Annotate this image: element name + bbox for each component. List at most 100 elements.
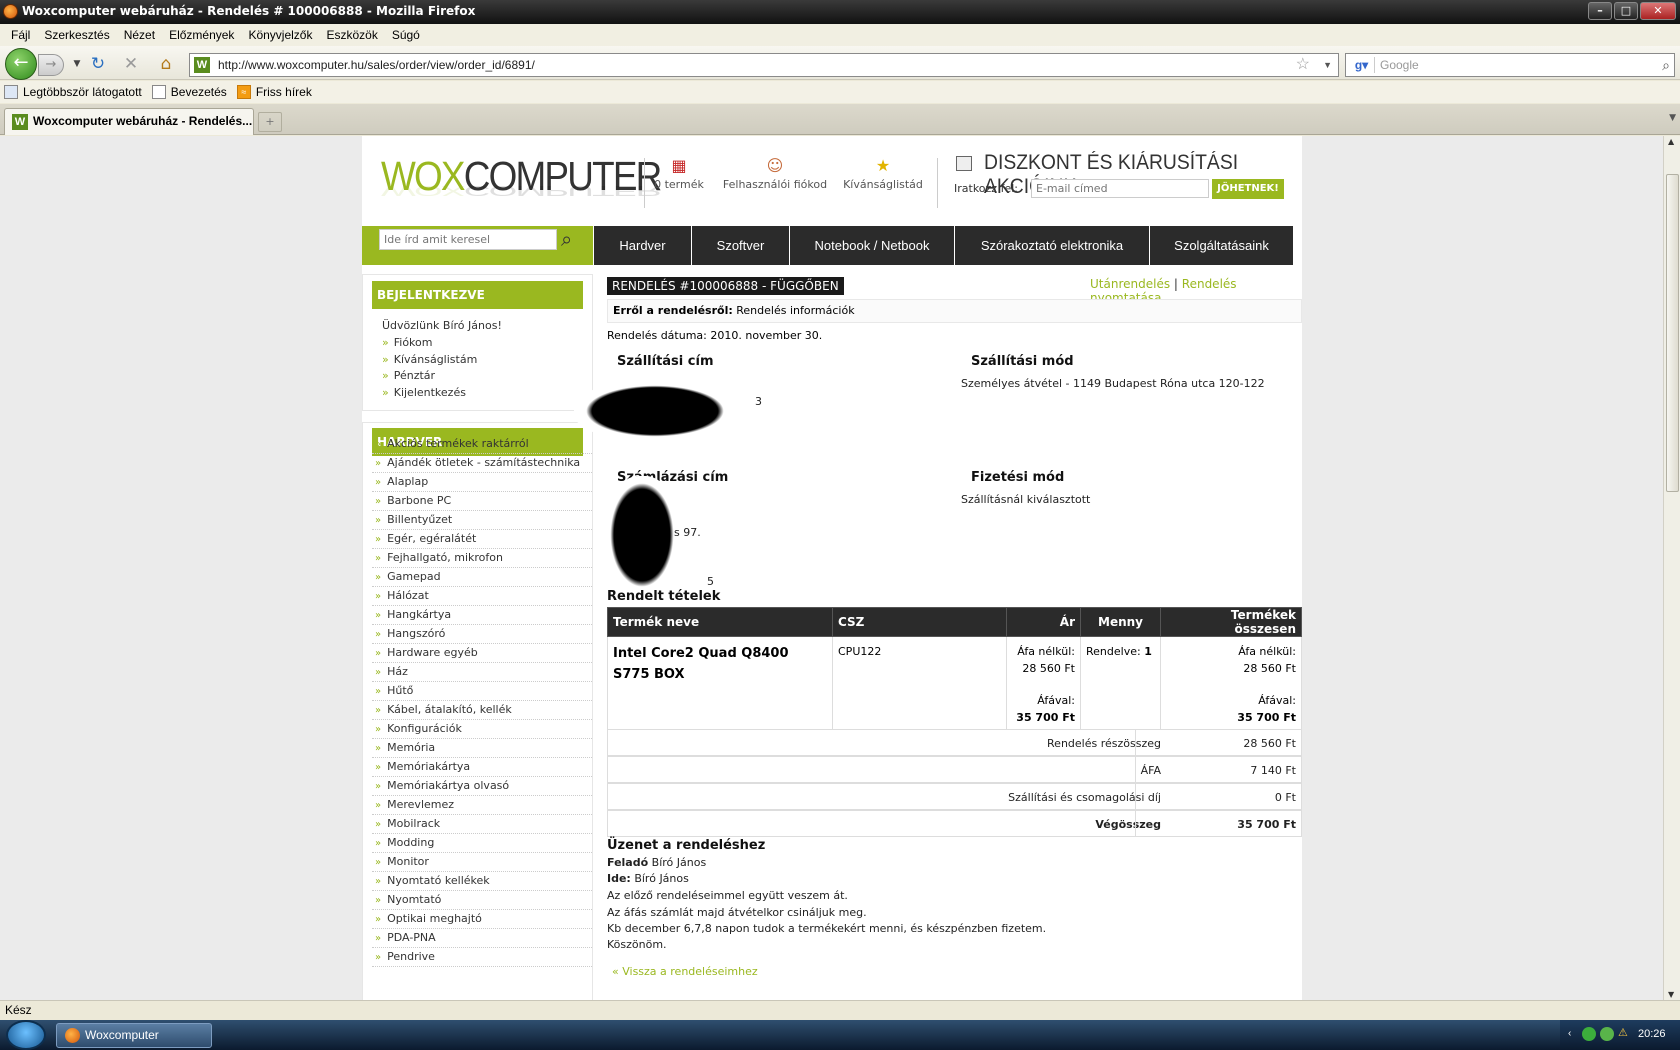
menu-history[interactable]: Előzmények (162, 28, 241, 42)
tab-current[interactable]: W Woxcomputer webáruház - Rendelés... (4, 108, 254, 135)
chevron-right-icon: » (375, 648, 382, 659)
search-icon[interactable]: ⌕ (1662, 54, 1670, 76)
order-info-tab[interactable]: Rendelés információk (736, 304, 854, 317)
header-account[interactable]: ☺ Felhasználói fiókod (720, 156, 830, 191)
category-item[interactable]: » Alaplap (372, 473, 592, 492)
ordered-items-title: Rendelt tételek (607, 589, 721, 604)
url-bar[interactable]: W http://www.woxcomputer.hu/sales/order/… (189, 53, 1339, 77)
menu-file[interactable]: Fájl (4, 28, 37, 42)
firefox-icon (3, 4, 18, 19)
totals-label: Szállítási és csomagolási díj (1008, 791, 1161, 804)
nav-entertainment[interactable]: Szórakoztató elektronika (955, 226, 1149, 265)
header-wishlist[interactable]: ★ Kívánságlistád (842, 156, 924, 191)
forward-button[interactable]: → (38, 54, 64, 76)
nav-software[interactable]: Szoftver (692, 226, 789, 265)
tab-list-dropdown-icon[interactable]: ▼ (1669, 113, 1676, 123)
navigation-toolbar: ← → ▼ ↻ ✕ ⌂ W http://www.woxcomputer.hu/… (0, 46, 1680, 80)
product-qty: Rendelve: 1 (1080, 636, 1161, 731)
category-item[interactable]: » Memória (372, 739, 592, 758)
grand-total-row: Végösszeg 35 700 Ft (607, 810, 1302, 837)
bookmark-most-visited[interactable]: Legtöbbször látogatott (4, 85, 142, 99)
newsletter-email-field[interactable] (1031, 179, 1209, 198)
category-item[interactable]: » Optikai meghajtó (372, 910, 592, 929)
scroll-down-icon[interactable]: ▼ (1668, 990, 1674, 999)
nav-notebook[interactable]: Notebook / Netbook (790, 226, 954, 265)
category-item[interactable]: » Fejhallgató, mikrofon (372, 549, 592, 568)
home-icon[interactable]: ⌂ (155, 54, 177, 74)
category-item[interactable]: » Hűtő (372, 682, 592, 701)
nav-services[interactable]: Szolgáltatásaink (1150, 226, 1293, 265)
shipping-method-value: Személyes átvétel - 1149 Budapest Róna u… (961, 377, 1265, 390)
google-engine-icon[interactable]: g▾ (1349, 57, 1375, 73)
security-icon[interactable]: ⚠ (1618, 1026, 1628, 1039)
bookmark-star-icon[interactable]: ☆ (1296, 54, 1310, 76)
category-item[interactable]: » Nyomtató kellékek (372, 872, 592, 891)
newsletter-label: Iratkozz fel: (954, 182, 1018, 195)
link-my-wishlist[interactable]: » Kívánságlistám (382, 353, 477, 366)
minimize-button[interactable]: – (1588, 2, 1612, 20)
link-checkout[interactable]: » Pénztár (382, 369, 435, 382)
chevron-right-icon: » (375, 895, 382, 906)
reorder-link[interactable]: Utánrendelés (1090, 277, 1170, 291)
scroll-up-icon[interactable]: ▲ (1668, 137, 1674, 146)
new-tab-button[interactable]: + (258, 112, 282, 132)
category-item[interactable]: » Ajándék ötletek - számítástechnika (372, 454, 592, 473)
totals-value: 7 140 Ft (1250, 764, 1296, 777)
close-button[interactable]: ✕ (1640, 2, 1676, 20)
category-item[interactable]: » Memóriakártya (372, 758, 592, 777)
category-item[interactable]: » Merevlemez (372, 796, 592, 815)
site-search-input[interactable] (379, 229, 557, 250)
clock[interactable]: 20:26 (1638, 1028, 1666, 1040)
category-item[interactable]: » Mobilrack (372, 815, 592, 834)
category-item[interactable]: » Egér, egéralátét (372, 530, 592, 549)
url-dropdown-icon[interactable]: ▼ (1323, 54, 1332, 76)
category-item[interactable]: » Modding (372, 834, 592, 853)
category-item[interactable]: » Kábel, átalakító, kellék (372, 701, 592, 720)
category-item[interactable]: » Akciós termékek raktárról (372, 435, 592, 454)
scrollbar-thumb[interactable] (1666, 174, 1679, 492)
menu-edit[interactable]: Szerkesztés (37, 28, 116, 42)
category-item[interactable]: » Memóriakártya olvasó (372, 777, 592, 796)
order-items-table: Termék neve CSZ Ár Menny Termékek összes… (607, 607, 1302, 731)
link-logout[interactable]: » Kijelentkezés (382, 386, 466, 399)
menu-help[interactable]: Súgó (385, 28, 427, 42)
stop-icon[interactable]: ✕ (120, 54, 142, 74)
reload-icon[interactable]: ↻ (87, 54, 109, 74)
app-tray-icon[interactable] (1600, 1027, 1614, 1041)
search-icon[interactable]: ⌕ (561, 227, 572, 251)
bookmark-getting-started[interactable]: Bevezetés (151, 85, 227, 99)
network-icon[interactable] (1582, 1027, 1596, 1041)
nav-hardware[interactable]: Hardver (594, 226, 691, 265)
category-item[interactable]: » Ház (372, 663, 592, 682)
newsletter-subscribe-button[interactable]: JÖHETNEK! (1212, 179, 1284, 199)
link-my-account[interactable]: » Fiókom (382, 336, 432, 349)
category-item[interactable]: » Billentyűzet (372, 511, 592, 530)
category-item[interactable]: » Hangkártya (372, 606, 592, 625)
category-item[interactable]: » Konfigurációk (372, 720, 592, 739)
category-item[interactable]: » Barbone PC (372, 492, 592, 511)
maximize-button[interactable]: □ (1614, 2, 1638, 20)
category-item[interactable]: » Gamepad (372, 568, 592, 587)
menu-tools[interactable]: Eszközök (319, 28, 384, 42)
menu-bookmarks[interactable]: Könyvjelzők (241, 28, 319, 42)
back-to-orders-link[interactable]: « Vissza a rendeléseimhez (612, 965, 758, 978)
category-item[interactable]: » Hálózat (372, 587, 592, 606)
back-button[interactable]: ← (5, 48, 37, 80)
category-item[interactable]: » Hangszóró (372, 625, 592, 644)
taskbar-firefox-window[interactable]: Woxcomputer webáru... (56, 1023, 212, 1048)
page-scrollbar[interactable]: ▲ ▼ (1663, 136, 1680, 1000)
category-item[interactable]: » PDA-PNA (372, 929, 592, 948)
web-search-box[interactable]: g▾ Google ⌕ (1345, 53, 1675, 77)
category-item[interactable]: » Hardware egyéb (372, 644, 592, 663)
user-icon: ☺ (766, 156, 784, 175)
category-item[interactable]: » Pendrive (372, 948, 592, 967)
start-button[interactable] (6, 1020, 46, 1050)
category-item[interactable]: » Monitor (372, 853, 592, 872)
category-item[interactable]: » Nyomtató (372, 891, 592, 910)
header-cart[interactable]: ▦ 0 termék (650, 156, 708, 191)
history-dropdown-icon[interactable]: ▼ (66, 54, 88, 74)
tray-expand-icon[interactable]: ‹ (1568, 1028, 1571, 1039)
menu-view[interactable]: Nézet (117, 28, 162, 42)
chevron-right-icon: » (375, 781, 382, 792)
bookmark-latest-news[interactable]: ≈ Friss hírek (236, 85, 312, 99)
